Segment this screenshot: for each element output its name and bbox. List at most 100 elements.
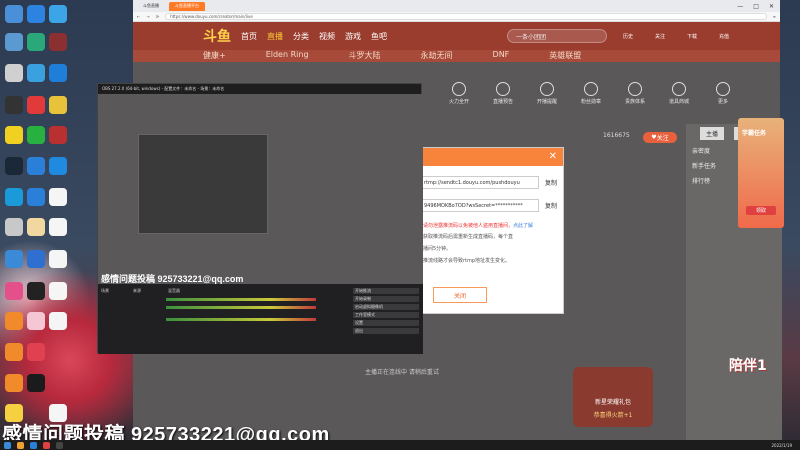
forward-icon[interactable]: → — [146, 14, 149, 19]
tab-anchor[interactable]: 主播 — [700, 127, 725, 140]
app-icon[interactable] — [27, 96, 45, 114]
feature-item[interactable]: 更多 — [707, 82, 739, 105]
follow-icon[interactable]: 关注 — [649, 33, 671, 40]
minimize-icon[interactable]: — — [737, 3, 743, 10]
app-icon[interactable] — [49, 312, 67, 330]
studio-mode-button[interactable]: 工作室模式 — [353, 312, 419, 318]
douyu-logo[interactable]: 斗鱼 — [203, 26, 231, 46]
app-icon[interactable] — [49, 33, 67, 51]
app-icon[interactable] — [49, 218, 67, 236]
virtual-camera-button[interactable]: 启动虚拟摄像机 — [353, 304, 419, 310]
copy-key-button[interactable]: 复制 — [545, 201, 557, 210]
key-row: 9496MOKBo7OD?wsSecret=*********** 复制 — [421, 199, 557, 212]
feature-item[interactable]: 贵族体系 — [619, 82, 651, 105]
app-icon[interactable] — [27, 218, 45, 236]
gift-card[interactable]: 新星荣耀礼包 恭喜得火箭+1 — [573, 367, 653, 427]
app-icon[interactable] — [5, 218, 23, 236]
app-icon[interactable] — [49, 64, 67, 82]
steam-icon[interactable] — [5, 157, 23, 175]
app-icon[interactable] — [49, 282, 67, 300]
app-icon[interactable] — [27, 157, 45, 175]
app-icon[interactable] — [5, 282, 23, 300]
app-icon[interactable] — [5, 5, 23, 23]
obs-title: OBS 27.2.0 (64-bit, windows) - 配置文件：未命名 … — [98, 84, 421, 94]
close-icon[interactable]: ✕ — [549, 151, 557, 162]
app-icon[interactable] — [49, 126, 67, 144]
app-icon[interactable] — [27, 312, 45, 330]
promo-banner[interactable]: 学霸任务 领取 — [738, 118, 784, 228]
app-icon[interactable] — [27, 282, 45, 300]
close-button[interactable]: 关闭 — [433, 287, 487, 303]
app-icon[interactable] — [27, 250, 45, 268]
app-icon[interactable] — [5, 33, 23, 51]
app-icon[interactable] — [5, 343, 23, 361]
back-icon[interactable]: ← — [137, 14, 140, 19]
stream-key-field[interactable]: 9496MOKBo7OD?wsSecret=*********** — [421, 199, 539, 212]
server-address-field[interactable]: rtmp://sendtc1.douyu.com/pushdouyu — [421, 176, 539, 189]
recharge-icon[interactable]: 充值 — [713, 33, 735, 40]
category-item[interactable]: 健康+ — [203, 50, 226, 62]
category-item[interactable]: DNF — [493, 50, 510, 62]
app-icon[interactable] — [27, 64, 45, 82]
nav-video[interactable]: 视频 — [319, 31, 335, 42]
app-icon[interactable] — [5, 374, 23, 392]
nav-yuba[interactable]: 鱼吧 — [371, 31, 387, 42]
download-icon[interactable]: 下载 — [681, 33, 703, 40]
app-icon[interactable] — [5, 64, 23, 82]
promo-button[interactable]: 领取 — [746, 206, 776, 215]
app-icon[interactable] — [27, 188, 45, 206]
nav-live[interactable]: 直播 — [267, 31, 283, 42]
category-item[interactable]: 斗罗大陆 — [349, 50, 381, 62]
taskbar-app-icon[interactable] — [17, 441, 24, 449]
category-item[interactable]: 英雄联盟 — [549, 50, 581, 62]
maximize-icon[interactable]: □ — [753, 3, 759, 10]
app-icon[interactable] — [5, 126, 23, 144]
start-streaming-button[interactable]: 开始推流 — [353, 288, 419, 294]
taskbar-app-icon[interactable] — [56, 441, 63, 449]
refresh-icon[interactable]: ⟳ — [156, 14, 159, 19]
tab-douyu-active[interactable]: 斗鱼直播平台 — [169, 1, 205, 11]
menu-icon[interactable]: ≡ — [773, 14, 776, 19]
app-icon[interactable] — [5, 96, 23, 114]
app-icon[interactable] — [5, 188, 23, 206]
tab-douyu[interactable]: 斗鱼直播 — [137, 2, 165, 11]
app-icon[interactable] — [49, 5, 67, 23]
nav-home[interactable]: 首页 — [241, 31, 257, 42]
close-icon[interactable]: ✕ — [769, 3, 774, 10]
audio-meter — [166, 318, 316, 321]
feature-item[interactable]: 火力全开 — [443, 82, 475, 105]
app-icon[interactable] — [5, 250, 23, 268]
feature-item[interactable]: 开播提醒 — [531, 82, 563, 105]
copy-server-button[interactable]: 复制 — [545, 178, 557, 187]
history-icon[interactable]: 历史 — [617, 33, 639, 40]
app-icon[interactable] — [27, 374, 45, 392]
app-icon[interactable] — [49, 157, 67, 175]
settings-button[interactable]: 设置 — [353, 320, 419, 326]
address-input[interactable]: https://www.douyu.com/creator/main/live — [165, 13, 767, 20]
obs-controls: 开始推流 开始录制 启动虚拟摄像机 工作室模式 设置 退出 — [353, 288, 419, 336]
app-icon[interactable] — [49, 250, 67, 268]
app-icon[interactable] — [5, 312, 23, 330]
taskbar-app-icon[interactable] — [43, 441, 50, 449]
app-icon[interactable] — [27, 126, 45, 144]
taskbar-app-icon[interactable] — [30, 441, 37, 449]
nav-game[interactable]: 游戏 — [345, 31, 361, 42]
exit-button[interactable]: 退出 — [353, 328, 419, 334]
follow-button[interactable]: ♥ 关注 — [643, 132, 677, 143]
search-input[interactable]: 一条小团团 — [507, 29, 607, 43]
feature-item[interactable]: 道具商城 — [663, 82, 695, 105]
app-icon[interactable] — [27, 33, 45, 51]
app-icon[interactable] — [27, 5, 45, 23]
nav-category[interactable]: 分类 — [293, 31, 309, 42]
app-icon[interactable] — [49, 96, 67, 114]
app-icon[interactable] — [49, 188, 67, 206]
start-recording-button[interactable]: 开始录制 — [353, 296, 419, 302]
feature-item[interactable]: 粉丝勋章 — [575, 82, 607, 105]
category-item[interactable]: Elden Ring — [266, 50, 309, 62]
app-icon[interactable] — [27, 343, 45, 361]
learn-more-link[interactable]: 点此了解 — [513, 223, 533, 229]
category-item[interactable]: 永劫无间 — [421, 50, 453, 62]
feature-item[interactable]: 直播预告 — [487, 82, 519, 105]
start-icon[interactable] — [4, 441, 11, 449]
obs-preview[interactable]: 感情问题投稿 925733221@qq.com — [98, 94, 423, 284]
